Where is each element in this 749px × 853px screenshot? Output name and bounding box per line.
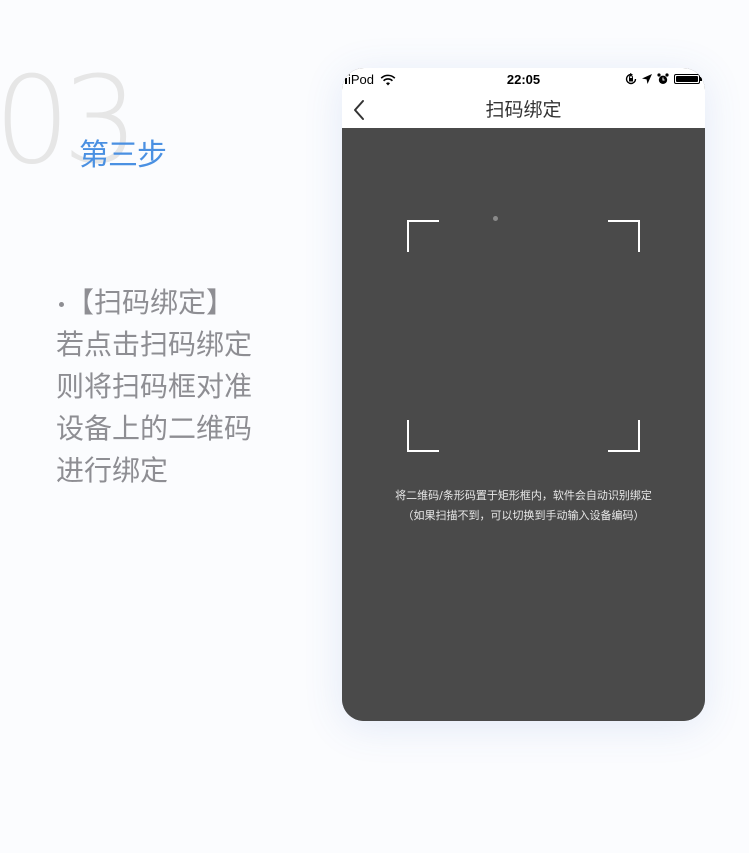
navigation-bar: 扫码绑定 bbox=[342, 92, 705, 128]
alarm-icon bbox=[657, 73, 669, 84]
scan-hint-text: 将二维码/条形码置于矩形框内，软件会自动识别绑定 （如果扫描不到，可以切换到手动… bbox=[342, 486, 705, 526]
scan-frame-corner-bottom-right bbox=[608, 420, 640, 452]
page-title: 扫码绑定 bbox=[485, 99, 562, 121]
battery-tip bbox=[700, 77, 702, 81]
status-right-icons bbox=[625, 73, 702, 85]
scan-frame-corner-bottom-left bbox=[407, 420, 439, 452]
location-arrow-icon bbox=[642, 73, 652, 84]
battery-body bbox=[674, 74, 700, 84]
orientation-lock-icon bbox=[625, 73, 637, 85]
scan-frame-corner-top-right bbox=[608, 220, 640, 252]
description-heading-row: 【扫码绑定】 bbox=[56, 282, 286, 324]
phone-mockup: iPod 22:05 扫码绑定 将二维码/条形码置于矩形框内，软件会自动识别绑定… bbox=[342, 68, 705, 721]
scan-hint-line: 将二维码/条形码置于矩形框内，软件会自动识别绑定 bbox=[395, 489, 652, 502]
description-line: 若点击扫码绑定 bbox=[56, 328, 253, 361]
scanner-viewport[interactable]: 将二维码/条形码置于矩形框内，软件会自动识别绑定 （如果扫描不到，可以切换到手动… bbox=[342, 128, 705, 721]
scan-hint-line: （如果扫描不到，可以切换到手动输入设备编码） bbox=[402, 509, 645, 522]
description-line: 进行绑定 bbox=[56, 454, 169, 487]
bullet-dot-icon bbox=[59, 301, 64, 307]
status-bar: iPod 22:05 bbox=[342, 68, 705, 92]
step-title: 第三步 bbox=[79, 138, 167, 173]
description-heading: 【扫码绑定】 bbox=[66, 286, 235, 319]
description-line: 则将扫码框对准 bbox=[56, 370, 253, 403]
step-description: 【扫码绑定】 若点击扫码绑定 则将扫码框对准 设备上的二维码 进行绑定 bbox=[56, 282, 286, 492]
scan-line-dot bbox=[493, 216, 498, 221]
description-line: 设备上的二维码 bbox=[56, 412, 253, 445]
battery-icon bbox=[674, 74, 702, 84]
scan-frame-corner-top-left bbox=[407, 220, 439, 252]
